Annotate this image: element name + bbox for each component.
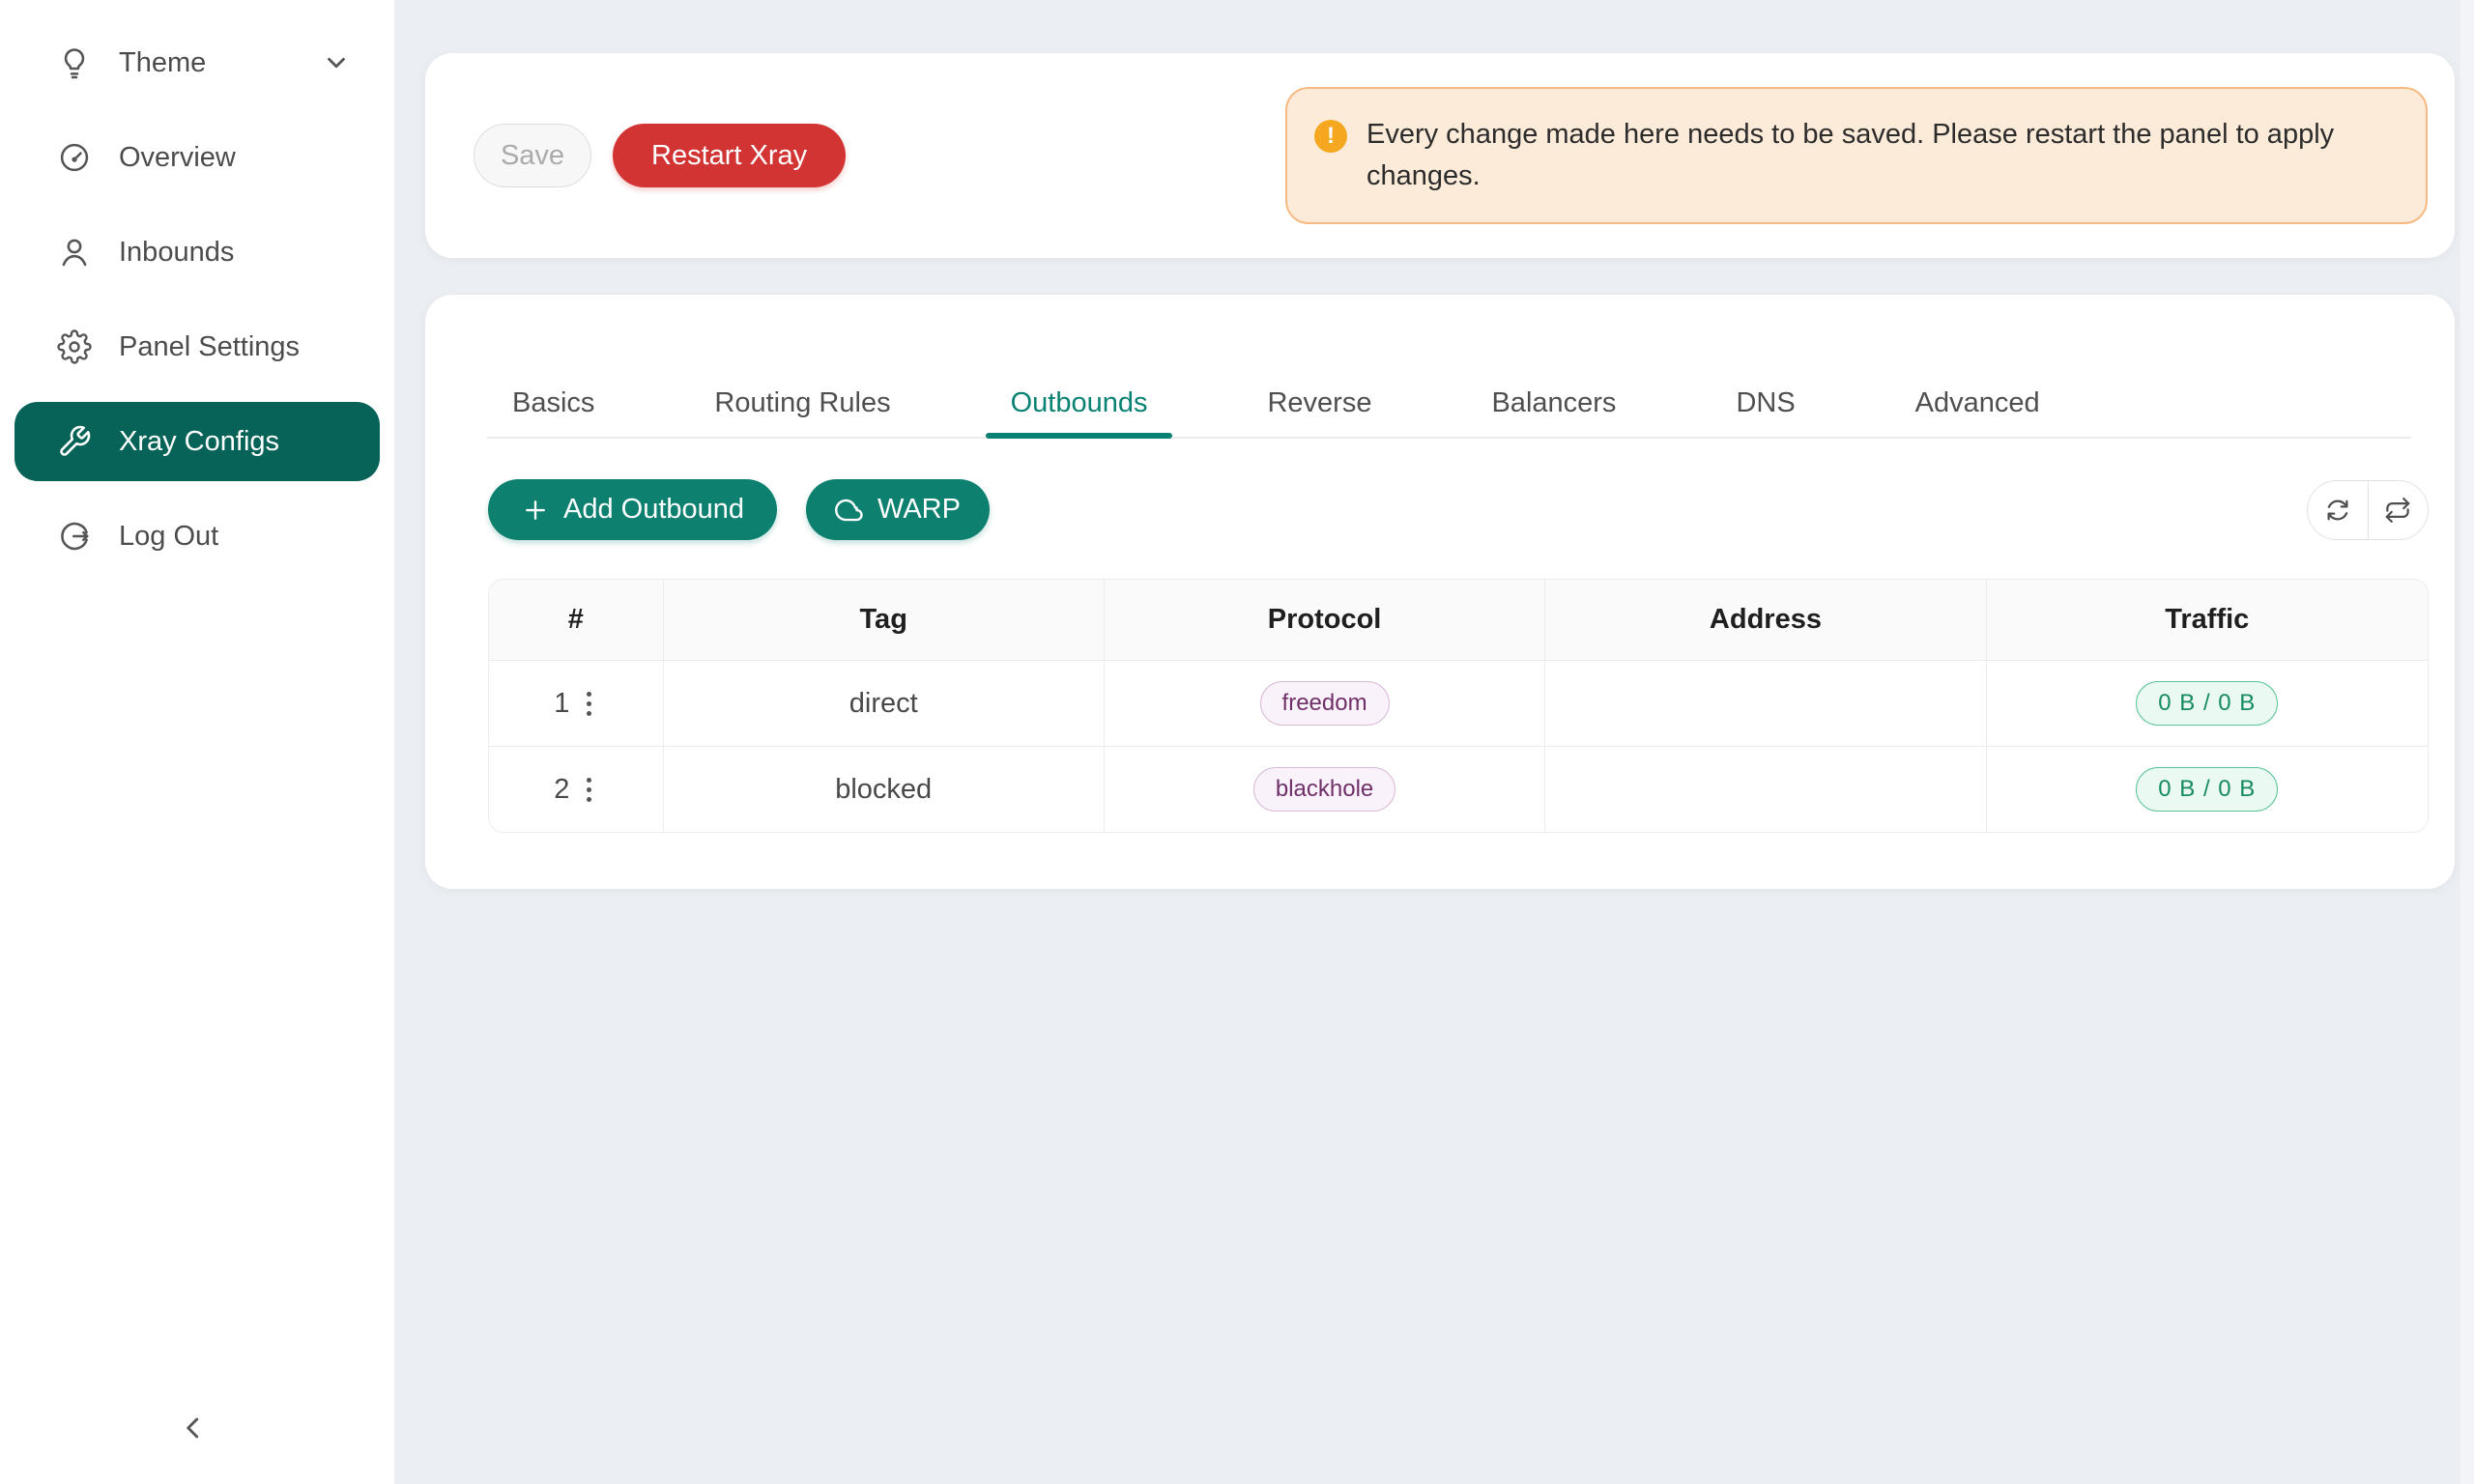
sidebar-item-panel-settings[interactable]: Panel Settings [14, 307, 380, 386]
protocol-badge: freedom [1260, 681, 1390, 726]
swap-button[interactable] [2368, 481, 2429, 539]
chevron-down-icon [322, 48, 351, 77]
dashboard-icon [56, 139, 93, 176]
tab-dns[interactable]: DNS [1711, 387, 1820, 437]
plus-icon [521, 496, 550, 525]
table-header-row: # Tag Protocol Address Traffic [489, 580, 2428, 661]
row-actions-menu[interactable] [581, 770, 597, 810]
column-header-address: Address [1545, 580, 1986, 661]
tab-basics[interactable]: Basics [487, 387, 619, 437]
add-outbound-button[interactable]: Add Outbound [488, 479, 777, 540]
tab-balancers[interactable]: Balancers [1466, 387, 1641, 437]
table-actions-group [2307, 480, 2429, 540]
traffic-badge: 0 B / 0 B [2136, 681, 2278, 726]
tab-reverse[interactable]: Reverse [1242, 387, 1396, 437]
sidebar-item-label: Theme [119, 47, 206, 79]
cloud-icon [835, 496, 864, 525]
restart-xray-button[interactable]: Restart Xray [613, 124, 846, 187]
warp-label: WARP [877, 494, 961, 526]
gear-icon [56, 328, 93, 365]
actions-card: Save Restart Xray Every change made here… [425, 53, 2455, 258]
scrollbar[interactable] [2460, 0, 2474, 1484]
sidebar-item-label: Inbounds [119, 237, 234, 269]
restart-warning-alert: Every change made here needs to be saved… [1285, 87, 2428, 224]
tab-advanced[interactable]: Advanced [1890, 387, 2065, 437]
repeat-icon [2383, 496, 2412, 525]
tab-routing-rules[interactable]: Routing Rules [689, 387, 915, 437]
column-header-traffic: Traffic [1987, 580, 2428, 661]
table-row: 2 blocked blackhole 0 B / 0 B [489, 747, 2428, 832]
alert-message: Every change made here needs to be saved… [1366, 114, 2383, 197]
table-row: 1 direct freedom 0 B / 0 B [489, 661, 2428, 747]
row-index: 1 [554, 688, 569, 720]
add-outbound-label: Add Outbound [563, 494, 744, 526]
user-icon [56, 234, 93, 271]
sync-icon [2323, 496, 2352, 525]
refresh-button[interactable] [2308, 481, 2368, 539]
column-header-tag: Tag [664, 580, 1105, 661]
row-address [1545, 747, 1986, 832]
logout-icon [56, 518, 93, 555]
warning-icon [1314, 120, 1347, 153]
outbounds-toolbar: Add Outbound WARP [488, 479, 2429, 540]
sidebar-item-label: Panel Settings [119, 331, 300, 363]
column-header-index: # [489, 580, 664, 661]
sidebar-collapse-button[interactable] [162, 1397, 224, 1459]
save-button[interactable]: Save [474, 124, 591, 187]
main-content: Save Restart Xray Every change made here… [394, 0, 2474, 1484]
warp-button[interactable]: WARP [806, 479, 990, 540]
tab-outbounds[interactable]: Outbounds [986, 387, 1173, 437]
sidebar-item-overview[interactable]: Overview [14, 118, 380, 197]
lightbulb-icon [56, 44, 93, 81]
row-tag: direct [664, 661, 1105, 747]
row-actions-menu[interactable] [581, 684, 597, 724]
outbounds-table: # Tag Protocol Address Traffic 1 [488, 579, 2429, 833]
config-tabs: Basics Routing Rules Outbounds Reverse B… [487, 295, 2411, 439]
chevron-left-icon [176, 1411, 211, 1445]
row-tag: blocked [664, 747, 1105, 832]
sidebar-item-xray-configs[interactable]: Xray Configs [14, 402, 380, 481]
sidebar-item-theme[interactable]: Theme [14, 23, 380, 102]
sidebar-item-label: Log Out [119, 521, 218, 553]
sidebar: Theme Overview Inbounds [0, 0, 394, 1484]
sidebar-item-log-out[interactable]: Log Out [14, 497, 380, 576]
sidebar-item-label: Xray Configs [119, 426, 279, 458]
row-address [1545, 661, 1986, 747]
xray-config-card: Basics Routing Rules Outbounds Reverse B… [425, 295, 2455, 889]
sidebar-item-label: Overview [119, 142, 236, 174]
sidebar-item-inbounds[interactable]: Inbounds [14, 213, 380, 292]
row-index: 2 [554, 774, 569, 806]
traffic-badge: 0 B / 0 B [2136, 767, 2278, 812]
column-header-protocol: Protocol [1105, 580, 1545, 661]
protocol-badge: blackhole [1253, 767, 1395, 812]
wrench-icon [56, 423, 93, 460]
